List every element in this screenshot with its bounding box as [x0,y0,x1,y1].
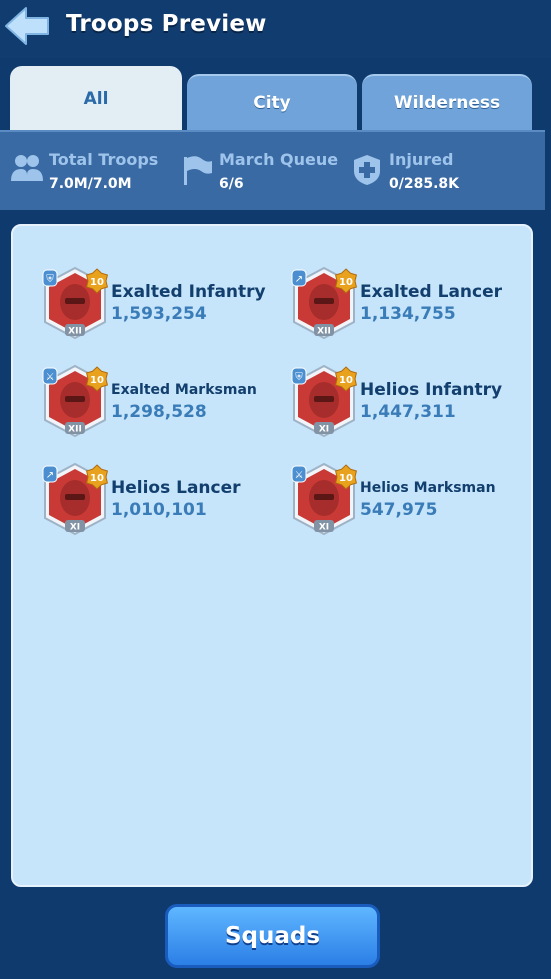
tier-label: XII [68,425,82,435]
people-icon [11,155,43,181]
level-label: 10 [90,277,104,288]
level-label: 10 [339,277,353,288]
tab-city[interactable]: City [187,74,357,130]
troop-card-helios-infantry[interactable]: XI 10 ⛨ Helios Infantry 1,447,311 [290,364,530,444]
medical-cross-icon [354,155,380,185]
troop-portrait-art: XI 10 ↗ [42,462,108,536]
troop-portrait-art: XI 10 ⚔ [291,462,357,536]
troop-type-glyph: ↗ [295,274,303,285]
troop-count: 1,134,755 [360,304,456,324]
visor-shape [314,396,334,402]
troop-name: Helios Marksman [360,480,496,496]
troop-type-glyph: ⛨ [46,274,54,285]
troop-card-helios-lancer[interactable]: XI 10 ↗ Helios Lancer 1,010,101 [41,462,281,542]
troop-portrait: XII 10 ⚔ [41,364,111,440]
troop-count: 1,447,311 [360,402,456,422]
march-queue-value: 6/6 [219,176,244,192]
troop-name: Exalted Marksman [111,382,257,398]
tier-label: XI [319,425,329,435]
level-label: 10 [90,473,104,484]
injured-label: Injured [389,150,454,169]
troop-type-glyph: ↗ [46,470,54,481]
troop-portrait-art: XII 10 ↗ [291,266,357,340]
troop-card-exalted-marksman[interactable]: XII 10 ⚔ Exalted Marksman 1,298,528 [41,364,281,444]
troop-type-glyph: ⚔ [46,372,55,383]
troop-name: Exalted Infantry [111,282,266,302]
flag-icon [184,156,212,185]
troop-count: 1,010,101 [111,500,207,520]
tier-label: XI [319,523,329,533]
troop-portrait: XII 10 ⛨ [41,266,111,342]
troop-count: 547,975 [360,500,438,520]
visor-shape [314,494,334,500]
troop-name: Exalted Lancer [360,282,503,302]
visor-shape [65,396,85,402]
visor-shape [314,298,334,304]
tier-label: XI [70,523,80,533]
back-arrow-icon[interactable] [2,4,52,48]
troop-portrait: XI 10 ⚔ [290,462,360,538]
total-troops-value: 7.0M/7.0M [49,176,132,192]
troop-portrait: XI 10 ↗ [41,462,111,538]
level-label: 10 [339,375,353,386]
tab-all[interactable]: All [10,66,182,132]
tab-wilderness[interactable]: Wilderness [362,74,532,130]
troop-portrait: XI 10 ⛨ [290,364,360,440]
page-title: Troops Preview [66,11,267,37]
squads-button[interactable]: Squads [165,904,380,968]
march-queue-label: March Queue [219,150,339,169]
troop-card-helios-marksman[interactable]: XI 10 ⚔ Helios Marksman 547,975 [290,462,530,542]
troop-name: Helios Infantry [360,380,503,400]
troop-portrait-art: XII 10 ⚔ [42,364,108,438]
level-label: 10 [90,375,104,386]
troop-type-glyph: ⚔ [295,470,304,481]
troop-count: 1,593,254 [111,304,207,324]
troop-portrait: XII 10 ↗ [290,266,360,342]
stats-bar [0,130,545,210]
tier-label: XII [317,327,331,337]
visor-shape [65,494,85,500]
level-label: 10 [339,473,353,484]
troop-portrait-art: XII 10 ⛨ [42,266,108,340]
troop-name: Helios Lancer [111,478,241,498]
total-troops-label: Total Troops [49,150,159,169]
tier-label: XII [68,327,82,337]
troop-portrait-art: XI 10 ⛨ [291,364,357,438]
visor-shape [65,298,85,304]
troop-count: 1,298,528 [111,402,207,422]
troop-card-exalted-infantry[interactable]: XII 10 ⛨ Exalted Infantry 1,593,254 [41,266,281,346]
top-bar: Troops Preview [0,0,551,58]
injured-value: 0/285.8K [389,176,459,192]
troop-type-glyph: ⛨ [295,372,303,383]
troop-card-exalted-lancer[interactable]: XII 10 ↗ Exalted Lancer 1,134,755 [290,266,530,346]
